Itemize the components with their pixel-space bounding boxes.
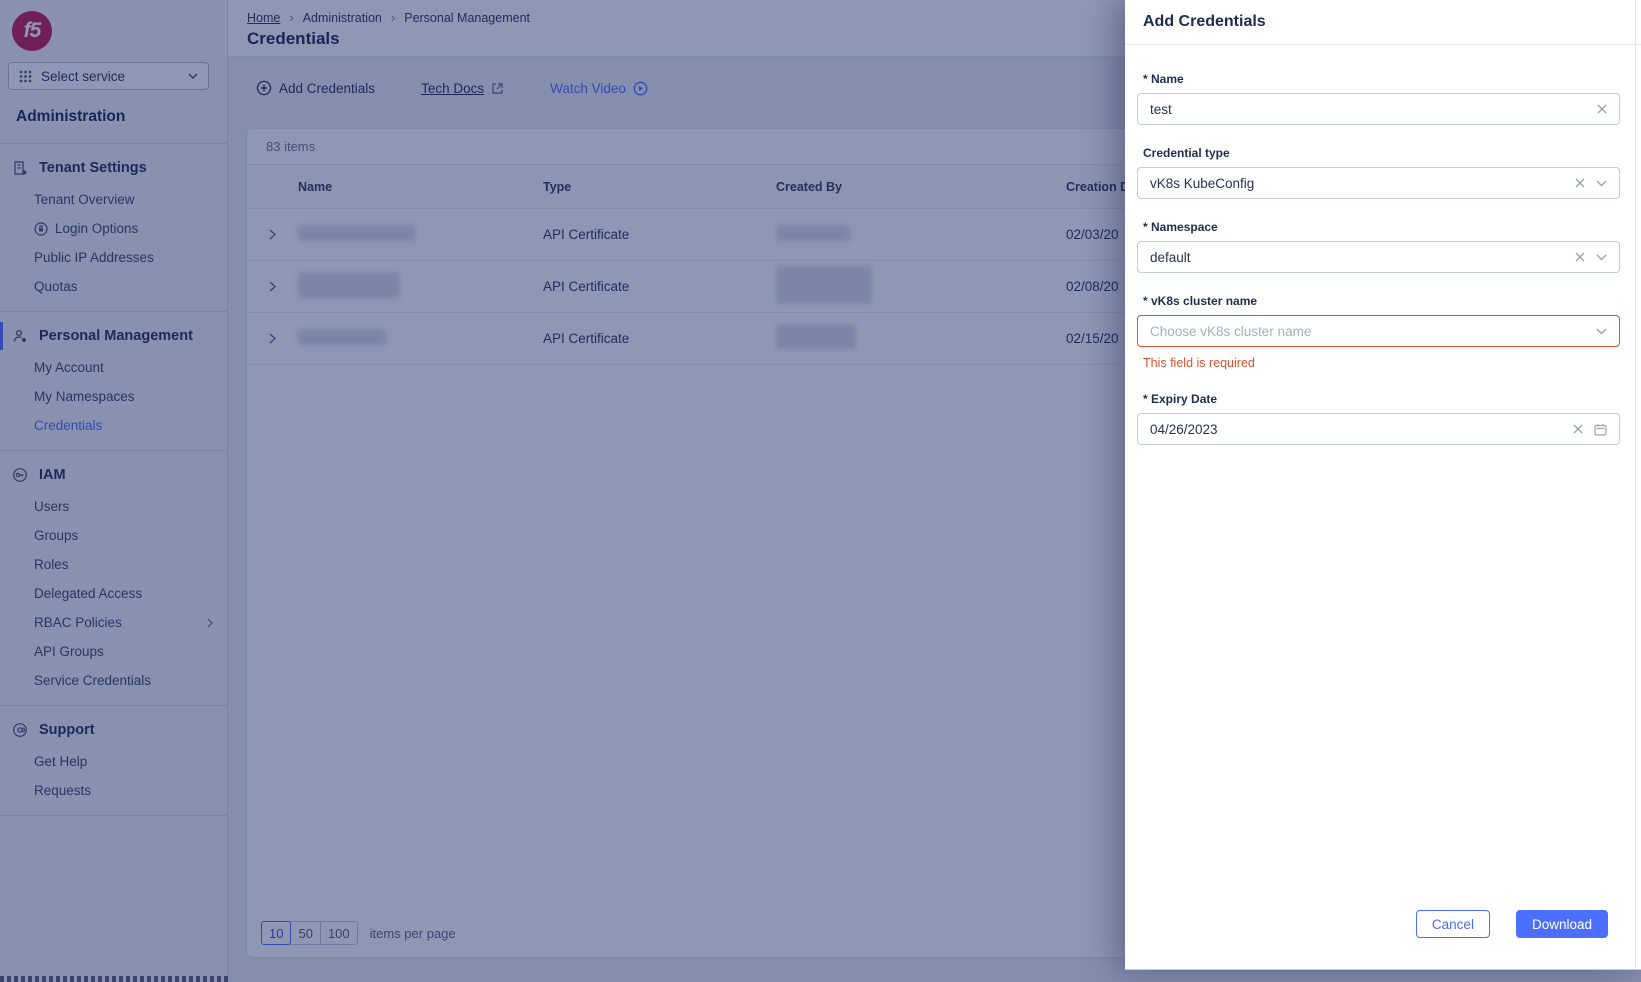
cluster-name-select[interactable] xyxy=(1137,315,1620,347)
namespace-label: * Namespace xyxy=(1143,220,1218,234)
namespace-value: default xyxy=(1150,249,1191,265)
cancel-button[interactable]: Cancel xyxy=(1415,910,1490,938)
calendar-icon[interactable] xyxy=(1594,423,1607,436)
cluster-name-label: * vK8s cluster name xyxy=(1143,294,1258,308)
cluster-name-input[interactable] xyxy=(1138,323,1596,339)
panel-scrollbar-gutter xyxy=(1635,0,1636,969)
name-field-label: * Name xyxy=(1143,72,1184,86)
credential-type-value: vK8s KubeConfig xyxy=(1150,175,1255,191)
chevron-down-icon[interactable] xyxy=(1596,328,1607,335)
cluster-name-error: This field is required xyxy=(1143,356,1255,370)
clear-icon[interactable] xyxy=(1573,424,1583,434)
name-field xyxy=(1137,93,1620,125)
expiry-date-field xyxy=(1137,413,1620,445)
clear-icon[interactable] xyxy=(1575,178,1585,188)
panel-footer: Cancel Download xyxy=(1415,910,1608,938)
panel-form: * Name Credential type vK8s KubeConfig *… xyxy=(1125,45,1641,445)
clear-icon[interactable] xyxy=(1575,252,1585,262)
expiry-date-input[interactable] xyxy=(1138,421,1573,437)
credential-type-label: Credential type xyxy=(1143,146,1230,160)
clear-icon[interactable] xyxy=(1597,104,1607,114)
expiry-date-label: * Expiry Date xyxy=(1143,392,1218,406)
add-credentials-panel: Add Credentials * Name Credential type v… xyxy=(1125,0,1641,970)
chevron-down-icon[interactable] xyxy=(1596,254,1607,261)
namespace-select[interactable]: default xyxy=(1137,241,1620,273)
panel-title: Add Credentials xyxy=(1125,0,1641,45)
name-input[interactable] xyxy=(1138,101,1597,117)
chevron-down-icon[interactable] xyxy=(1596,180,1607,187)
download-button[interactable]: Download xyxy=(1515,910,1608,938)
credential-type-select[interactable]: vK8s KubeConfig xyxy=(1137,167,1620,199)
